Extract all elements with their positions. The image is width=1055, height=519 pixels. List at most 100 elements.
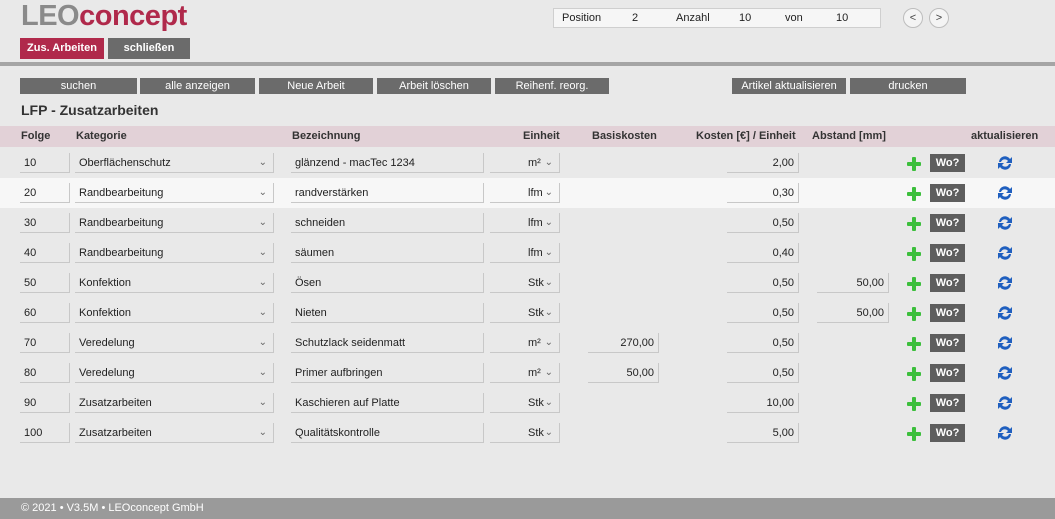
new-work-button[interactable]: Neue Arbeit	[259, 78, 373, 94]
kategorie-select[interactable]: Veredelung ⌄	[75, 333, 274, 353]
refresh-icon[interactable]	[996, 334, 1014, 352]
add-icon[interactable]	[907, 247, 921, 261]
kosten-input[interactable]: 0,50	[727, 363, 799, 383]
einheit-select[interactable]: lfm ⌄	[490, 243, 560, 263]
bezeichnung-input[interactable]: Ösen	[291, 273, 484, 293]
basiskosten-input[interactable]: 270,00	[588, 333, 659, 353]
kosten-input[interactable]: 2,00	[727, 153, 799, 173]
einheit-select[interactable]: m² ⌄	[490, 153, 560, 173]
einheit-select[interactable]: m² ⌄	[490, 333, 560, 353]
einheit-select[interactable]: lfm ⌄	[490, 213, 560, 233]
where-button[interactable]: Wo?	[930, 184, 965, 202]
bezeichnung-input[interactable]: Primer aufbringen	[291, 363, 484, 383]
kategorie-select[interactable]: Konfektion ⌄	[75, 303, 274, 323]
next-record-button[interactable]: >	[929, 8, 949, 28]
previous-record-button[interactable]: <	[903, 8, 923, 28]
folge-input[interactable]: 70	[20, 333, 70, 353]
add-icon[interactable]	[907, 427, 921, 441]
add-icon[interactable]	[907, 187, 921, 201]
where-button[interactable]: Wo?	[930, 154, 965, 172]
folge-input[interactable]: 60	[20, 303, 70, 323]
delete-work-button[interactable]: Arbeit löschen	[377, 78, 491, 94]
refresh-icon[interactable]	[996, 304, 1014, 322]
einheit-select[interactable]: Stk ⌄	[490, 393, 560, 413]
refresh-icon[interactable]	[996, 364, 1014, 382]
folge-input[interactable]: 40	[20, 243, 70, 263]
where-button[interactable]: Wo?	[930, 364, 965, 382]
refresh-icon[interactable]	[996, 214, 1014, 232]
abstand-input[interactable]: 50,00	[817, 303, 889, 323]
kategorie-select[interactable]: Randbearbeitung ⌄	[75, 183, 274, 203]
bezeichnung-input[interactable]: glänzend - macTec 1234	[291, 153, 484, 173]
search-button[interactable]: suchen	[20, 78, 137, 94]
kosten-input[interactable]: 5,00	[727, 423, 799, 443]
print-button[interactable]: drucken	[850, 78, 966, 94]
where-button[interactable]: Wo?	[930, 334, 965, 352]
refresh-icon[interactable]	[996, 274, 1014, 292]
bezeichnung-input[interactable]: Qualitätskontrolle	[291, 423, 484, 443]
refresh-icon[interactable]	[996, 154, 1014, 172]
refresh-icon[interactable]	[996, 244, 1014, 262]
folge-input[interactable]: 20	[20, 183, 70, 203]
kategorie-select[interactable]: Zusatzarbeiten ⌄	[75, 393, 274, 413]
kategorie-value: Veredelung	[79, 337, 135, 349]
reorder-button[interactable]: Reihenf. reorg.	[495, 78, 609, 94]
kosten-input[interactable]: 0,50	[727, 333, 799, 353]
abstand-input[interactable]: 50,00	[817, 273, 889, 293]
bezeichnung-input[interactable]: Nieten	[291, 303, 484, 323]
kategorie-select[interactable]: Zusatzarbeiten ⌄	[75, 423, 274, 443]
folge-input[interactable]: 100	[20, 423, 70, 443]
chevron-down-icon: ⌄	[258, 247, 267, 258]
kategorie-select[interactable]: Randbearbeitung ⌄	[75, 213, 274, 233]
einheit-select[interactable]: Stk ⌄	[490, 273, 560, 293]
update-articles-button[interactable]: Artikel aktualisieren	[732, 78, 846, 94]
show-all-button[interactable]: alle anzeigen	[140, 78, 255, 94]
add-icon[interactable]	[907, 157, 921, 171]
folge-input[interactable]: 50	[20, 273, 70, 293]
refresh-icon[interactable]	[996, 394, 1014, 412]
einheit-select[interactable]: Stk ⌄	[490, 423, 560, 443]
where-button[interactable]: Wo?	[930, 394, 965, 412]
bezeichnung-input[interactable]: schneiden	[291, 213, 484, 233]
kategorie-select[interactable]: Konfektion ⌄	[75, 273, 274, 293]
kosten-input[interactable]: 0,50	[727, 273, 799, 293]
kategorie-select[interactable]: Oberflächenschutz ⌄	[75, 153, 274, 173]
kosten-input[interactable]: 0,50	[727, 303, 799, 323]
kosten-input[interactable]: 0,30	[727, 183, 799, 203]
folge-input[interactable]: 10	[20, 153, 70, 173]
where-button[interactable]: Wo?	[930, 304, 965, 322]
einheit-select[interactable]: lfm ⌄	[490, 183, 560, 203]
kategorie-select[interactable]: Veredelung ⌄	[75, 363, 274, 383]
refresh-icon[interactable]	[996, 424, 1014, 442]
kosten-input[interactable]: 0,50	[727, 213, 799, 233]
kategorie-select[interactable]: Randbearbeitung ⌄	[75, 243, 274, 263]
basiskosten-input[interactable]: 50,00	[588, 363, 659, 383]
einheit-select[interactable]: Stk ⌄	[490, 303, 560, 323]
bezeichnung-input[interactable]: randverstärken	[291, 183, 484, 203]
close-button[interactable]: schließen	[108, 38, 190, 59]
kosten-input[interactable]: 0,40	[727, 243, 799, 263]
tab-extra-work[interactable]: Zus. Arbeiten	[20, 38, 104, 59]
bezeichnung-input[interactable]: Schutzlack seidenmatt	[291, 333, 484, 353]
add-icon[interactable]	[907, 217, 921, 231]
kosten-input[interactable]: 10,00	[727, 393, 799, 413]
folge-input[interactable]: 80	[20, 363, 70, 383]
add-icon[interactable]	[907, 277, 921, 291]
add-icon[interactable]	[907, 397, 921, 411]
folge-input[interactable]: 30	[20, 213, 70, 233]
chevron-down-icon: ⌄	[258, 307, 267, 318]
where-button[interactable]: Wo?	[930, 214, 965, 232]
einheit-value: m²	[528, 367, 541, 379]
table-row: 40 Randbearbeitung ⌄ säumen lfm ⌄ 0,40 Wo?	[0, 238, 1055, 268]
folge-input[interactable]: 90	[20, 393, 70, 413]
refresh-icon[interactable]	[996, 184, 1014, 202]
add-icon[interactable]	[907, 367, 921, 381]
where-button[interactable]: Wo?	[930, 244, 965, 262]
bezeichnung-input[interactable]: säumen	[291, 243, 484, 263]
where-button[interactable]: Wo?	[930, 274, 965, 292]
bezeichnung-input[interactable]: Kaschieren auf Platte	[291, 393, 484, 413]
where-button[interactable]: Wo?	[930, 424, 965, 442]
add-icon[interactable]	[907, 307, 921, 321]
einheit-select[interactable]: m² ⌄	[490, 363, 560, 383]
add-icon[interactable]	[907, 337, 921, 351]
